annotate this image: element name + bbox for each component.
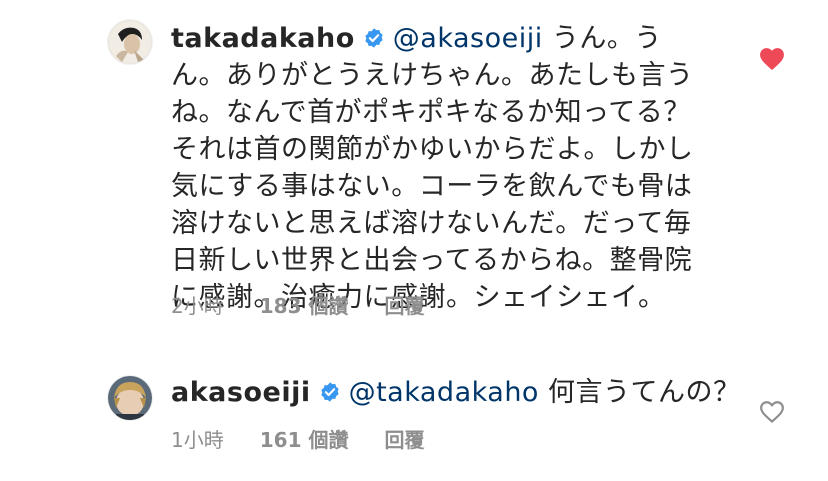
timestamp: 1小時 — [171, 427, 224, 452]
comment-text: うん。うん。ありがとうえけちゃん。あたしも言うね。なんで首がポキポキなるか知って… — [171, 23, 694, 313]
like-count[interactable]: 183 個讚 — [260, 290, 349, 319]
comment-text: 何言うてんの？ — [538, 377, 741, 408]
comment-body: akasoeiji @takadakaho 何言うてんの？ — [171, 374, 751, 411]
username[interactable]: takadakaho — [171, 23, 355, 54]
comment-item: akasoeiji @takadakaho 何言うてんの？ 1小時 161 個讚… — [0, 360, 828, 470]
mention-link[interactable]: @akasoeiji — [393, 23, 543, 54]
heart-filled-icon[interactable] — [759, 47, 785, 71]
avatar[interactable] — [108, 376, 152, 420]
comment-item: takadakaho @akasoeiji うん。うん。ありがとうえけちゃん。あ… — [0, 0, 828, 330]
heart-outline-icon[interactable] — [759, 400, 785, 424]
avatar[interactable] — [108, 20, 152, 64]
comment-meta: 2小時 183 個讚 回覆 — [171, 290, 424, 319]
mention-link[interactable]: @takadakaho — [349, 377, 539, 408]
verified-badge-icon — [320, 382, 339, 402]
like-count[interactable]: 161 個讚 — [260, 424, 349, 453]
verified-badge-icon — [365, 28, 383, 48]
comment-meta: 1小時 161 個讚 回覆 — [171, 424, 424, 453]
reply-button[interactable]: 回覆 — [384, 290, 424, 319]
timestamp: 2小時 — [171, 293, 224, 318]
username[interactable]: akasoeiji — [171, 377, 311, 408]
comment-body: takadakaho @akasoeiji うん。うん。ありがとうえけちゃん。あ… — [171, 20, 716, 316]
reply-button[interactable]: 回覆 — [384, 424, 424, 453]
